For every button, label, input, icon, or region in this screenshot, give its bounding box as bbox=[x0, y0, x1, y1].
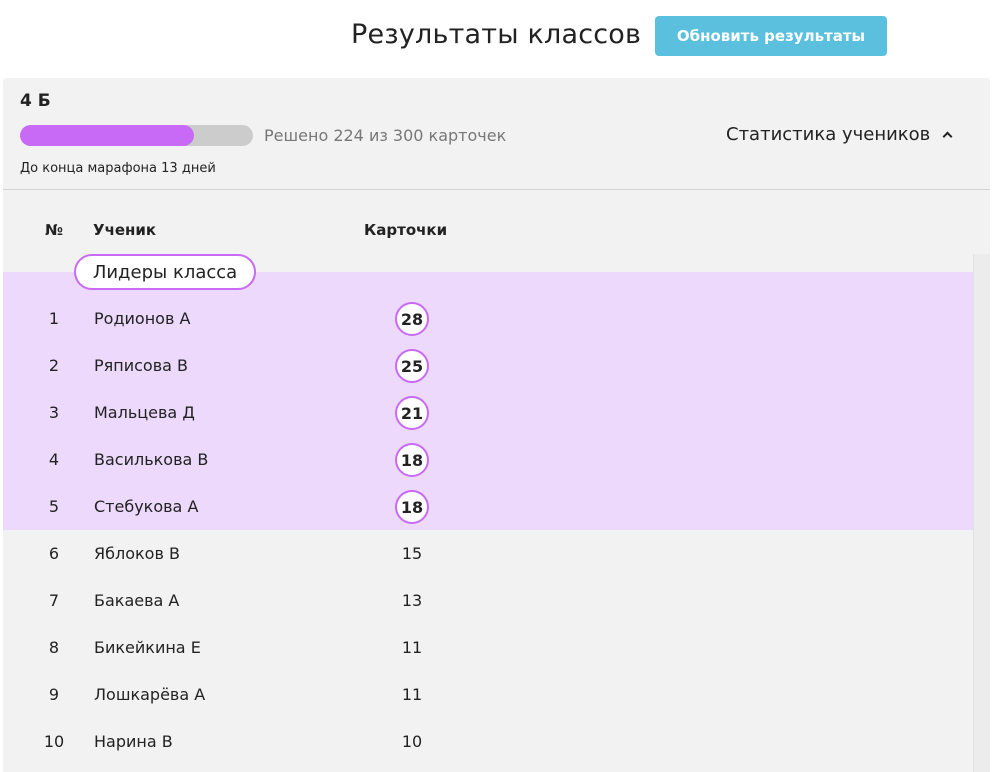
student-name: Василькова В bbox=[94, 450, 209, 469]
card-count-badge: 18 bbox=[395, 443, 429, 477]
table-scrollbar[interactable] bbox=[973, 254, 990, 772]
leader-row: 5 Стебукова А 18 bbox=[3, 484, 973, 531]
leader-row: 2 Ряписова В 25 bbox=[3, 343, 973, 390]
row-number: 8 bbox=[48, 638, 60, 657]
progress-bar bbox=[20, 125, 253, 146]
card-count: 13 bbox=[401, 591, 423, 610]
student-stats-toggle-label: Статистика учеников bbox=[726, 123, 931, 145]
row-number: 9 bbox=[48, 685, 60, 704]
row-number: 4 bbox=[48, 450, 60, 469]
marathon-deadline-text: До конца марафона 13 дней bbox=[20, 161, 216, 176]
student-name: Стебукова А bbox=[94, 497, 199, 516]
table-row: 10 Нарина В 10 bbox=[3, 719, 973, 766]
card-count: 15 bbox=[401, 544, 423, 563]
table-row: 6 Яблоков В 15 bbox=[3, 531, 973, 578]
progress-bar-fill bbox=[20, 125, 194, 146]
student-stats-toggle[interactable]: Статистика учеников bbox=[726, 121, 953, 147]
page-title: Результаты классов bbox=[351, 19, 642, 50]
row-number: 2 bbox=[48, 356, 60, 375]
class-results-panel: 4 Б Решено 224 из 300 карточек До конца … bbox=[3, 78, 990, 772]
row-number: 7 bbox=[48, 591, 60, 610]
leader-row: 1 Родионов А 28 bbox=[3, 296, 973, 343]
student-name: Яблоков В bbox=[94, 544, 180, 563]
table-row: 9 Лошкарёва А 11 bbox=[3, 672, 973, 719]
table-row: 7 Бакаева А 13 bbox=[3, 578, 973, 625]
card-count: 11 bbox=[401, 685, 423, 704]
column-header-number: № bbox=[45, 221, 64, 239]
student-name: Нарина В bbox=[94, 732, 173, 751]
divider bbox=[3, 189, 990, 190]
student-name: Мальцева Д bbox=[94, 403, 195, 422]
chevron-up-icon bbox=[942, 131, 953, 142]
column-header-student: Ученик bbox=[93, 221, 157, 239]
row-number: 5 bbox=[48, 497, 60, 516]
class-leaders-label: Лидеры класса bbox=[74, 254, 256, 290]
row-number: 10 bbox=[43, 732, 65, 751]
refresh-results-button[interactable]: Обновить результаты bbox=[655, 16, 887, 56]
page-header: Результаты классов Обновить результаты bbox=[0, 0, 994, 78]
student-name: Бакаева А bbox=[94, 591, 180, 610]
progress-text: Решено 224 из 300 карточек bbox=[264, 126, 507, 145]
column-header-cards: Карточки bbox=[364, 221, 448, 239]
card-count: 10 bbox=[401, 732, 423, 751]
card-count-badge: 25 bbox=[395, 349, 429, 383]
student-name: Ряписова В bbox=[94, 356, 189, 375]
student-name: Родионов А bbox=[94, 309, 191, 328]
leader-row: 3 Мальцева Д 21 bbox=[3, 390, 973, 437]
student-name: Лошкарёва А bbox=[94, 685, 206, 704]
row-number: 1 bbox=[48, 309, 60, 328]
card-count-badge: 28 bbox=[395, 302, 429, 336]
student-name: Бикейкина Е bbox=[94, 638, 201, 657]
card-count: 11 bbox=[401, 638, 423, 657]
card-count-badge: 18 bbox=[395, 490, 429, 524]
class-name: 4 Б bbox=[20, 91, 51, 111]
leader-row: 4 Василькова В 18 bbox=[3, 437, 973, 484]
row-number: 3 bbox=[48, 403, 60, 422]
table-row: 8 Бикейкина Е 11 bbox=[3, 625, 973, 672]
row-number: 6 bbox=[48, 544, 60, 563]
card-count-badge: 21 bbox=[395, 396, 429, 430]
